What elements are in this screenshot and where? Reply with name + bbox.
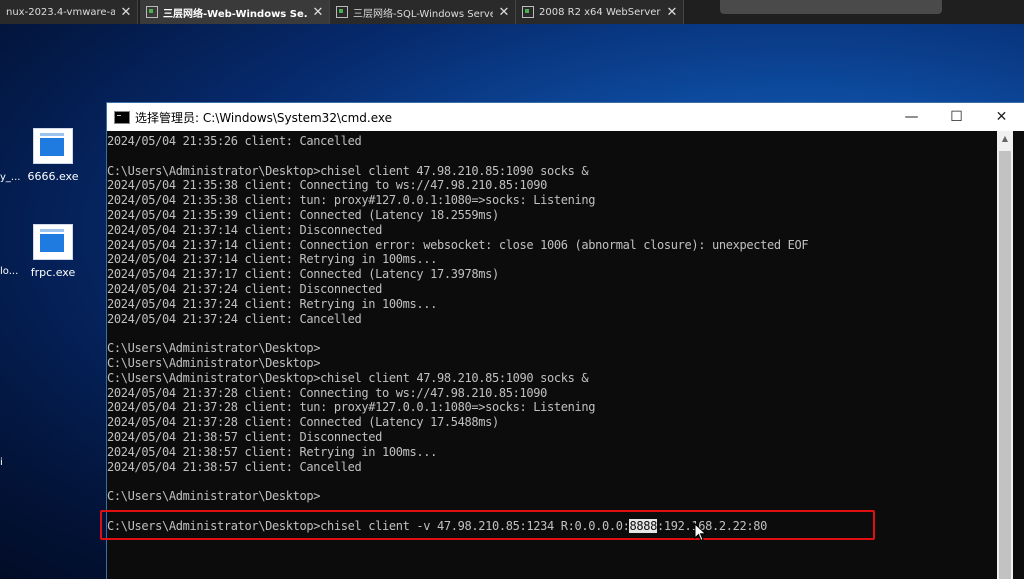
close-button[interactable]: ✕ bbox=[979, 103, 1024, 131]
console-line: C:\Users\Administrator\Desktop>chisel cl… bbox=[107, 370, 589, 385]
vm-tab-kali[interactable]: nux-2023.4-vmware-am... ✕ bbox=[0, 0, 138, 24]
close-icon[interactable]: ✕ bbox=[307, 5, 329, 20]
cmd-window: 选择管理员: C:\Windows\System32\cmd.exe — ☐ ✕… bbox=[107, 103, 1024, 579]
console-line: 2024/05/04 21:35:38 client: Connecting t… bbox=[107, 178, 547, 193]
desktop-icon-6666[interactable]: 6666.exe bbox=[21, 128, 85, 183]
cmd-icon bbox=[114, 110, 130, 124]
console-line: 2024/05/04 21:37:17 client: Connected (L… bbox=[107, 267, 499, 282]
console-line: 2024/05/04 21:35:26 client: Cancelled bbox=[107, 134, 362, 148]
console-line: 2024/05/04 21:35:39 client: Connected (L… bbox=[107, 208, 499, 222]
desktop-icon-frpc[interactable]: frpc.exe bbox=[21, 224, 85, 279]
scrollbar-thumb[interactable] bbox=[999, 151, 1011, 579]
desktop-edge-label: lo... bbox=[0, 266, 19, 277]
vm-tab-sql-windows[interactable]: 三层网络-SQL-Windows Serve... ✕ bbox=[330, 0, 516, 24]
console-line: C:\Users\Administrator\Desktop> bbox=[107, 356, 321, 370]
console-line: 2024/05/04 21:35:38 client: tun: proxy#1… bbox=[107, 193, 596, 208]
maximize-button[interactable]: ☐ bbox=[934, 103, 979, 131]
vm-icon bbox=[522, 6, 534, 18]
exe-file-icon bbox=[33, 224, 73, 260]
vm-tab-label: 2008 R2 x64 WebServer bbox=[539, 6, 661, 18]
desktop-edge-label: i bbox=[0, 457, 3, 468]
console-line: 2024/05/04 21:37:24 client: Disconnected bbox=[107, 282, 382, 296]
close-icon[interactable]: ✕ bbox=[493, 5, 515, 20]
console-line: 2024/05/04 21:37:14 client: Disconnected bbox=[107, 222, 382, 237]
desktop-edge-label: y_... bbox=[0, 172, 21, 183]
window-title: 选择管理员: C:\Windows\System32\cmd.exe bbox=[135, 110, 392, 125]
vm-tab-label: 三层网络-SQL-Windows Serve... bbox=[353, 8, 493, 20]
console-line: 2024/05/04 21:37:28 client: tun: proxy#1… bbox=[107, 400, 596, 415]
vm-icon bbox=[146, 6, 158, 18]
vm-icon bbox=[336, 6, 348, 18]
vm-tab-label: 三层网络-Web-Windows Se... bbox=[163, 8, 307, 20]
console-line: 2024/05/04 21:37:14 client: Connection e… bbox=[107, 237, 809, 252]
vm-toolbar-pill[interactable] bbox=[720, 0, 942, 14]
console-line: 2024/05/04 21:38:57 client: Disconnected bbox=[107, 430, 382, 444]
exe-file-icon bbox=[33, 128, 73, 164]
vertical-scrollbar[interactable]: ▲ bbox=[997, 131, 1013, 579]
console-line: C:\Users\Administrator\Desktop> bbox=[107, 341, 321, 356]
minimize-button[interactable]: — bbox=[889, 103, 934, 131]
vm-tab-web-windows[interactable]: 三层网络-Web-Windows Se... ✕ bbox=[140, 0, 330, 24]
console-line: 2024/05/04 21:37:28 client: Connected (L… bbox=[107, 415, 499, 430]
close-icon[interactable]: ✕ bbox=[115, 5, 137, 20]
desktop-icon-label: frpc.exe bbox=[30, 266, 76, 279]
console-line: C:\Users\Administrator\Desktop>chisel cl… bbox=[107, 163, 589, 178]
vm-tab-strip: nux-2023.4-vmware-am... ✕ 三层网络-Web-Windo… bbox=[0, 0, 1024, 24]
desktop-icon-label: 6666.exe bbox=[27, 170, 79, 183]
console-line: 2024/05/04 21:37:24 client: Retrying in … bbox=[107, 296, 437, 311]
window-titlebar[interactable]: 选择管理员: C:\Windows\System32\cmd.exe — ☐ ✕ bbox=[107, 103, 1024, 131]
mouse-cursor-icon bbox=[694, 523, 707, 542]
console-line: 2024/05/04 21:38:57 client: Retrying in … bbox=[107, 444, 437, 459]
console-line: 2024/05/04 21:38:57 client: Cancelled bbox=[107, 459, 362, 474]
vm-tab-2008-webserver[interactable]: 2008 R2 x64 WebServer ✕ bbox=[516, 0, 684, 24]
console-line: 2024/05/04 21:37:14 client: Retrying in … bbox=[107, 252, 437, 267]
console-line: 2024/05/04 21:37:24 client: Cancelled bbox=[107, 311, 362, 326]
vm-tab-label: nux-2023.4-vmware-am... bbox=[6, 6, 115, 18]
console-line: C:\Users\Administrator\Desktop> bbox=[107, 489, 321, 504]
close-icon[interactable]: ✕ bbox=[661, 5, 683, 20]
red-highlight-box bbox=[100, 510, 875, 540]
scroll-up-icon[interactable]: ▲ bbox=[997, 131, 1013, 147]
console-line: 2024/05/04 21:37:28 client: Connecting t… bbox=[107, 385, 547, 400]
